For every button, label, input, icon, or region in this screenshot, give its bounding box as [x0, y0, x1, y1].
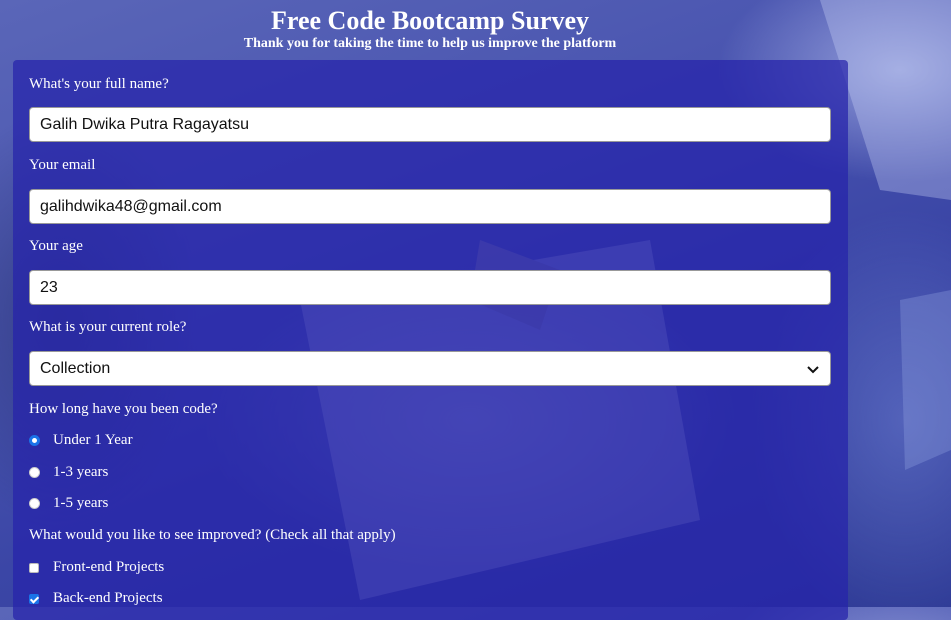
radio-button[interactable]: [29, 498, 40, 509]
survey-form: What's your full name? Galih Dwika Putra…: [13, 60, 848, 620]
name-label: What's your full name?: [29, 76, 169, 92]
improve-label: What would you like to see improved? (Ch…: [29, 527, 396, 543]
age-field-value: 23: [40, 279, 58, 296]
chevron-down-icon: [807, 365, 819, 373]
role-dropdown[interactable]: Collection: [29, 351, 831, 386]
experience-label: How long have you been code?: [29, 401, 218, 417]
checkbox[interactable]: [29, 562, 39, 573]
email-field[interactable]: galihdwika48@gmail.com: [29, 189, 831, 224]
radio-button[interactable]: [29, 435, 40, 446]
experience-option[interactable]: Under 1 Year: [29, 432, 133, 449]
improve-option[interactable]: Back-end Projects: [29, 590, 163, 607]
page-header: Free Code Bootcamp Survey Thank you for …: [0, 6, 860, 52]
role-dropdown-value: Collection: [40, 360, 111, 377]
radio-button[interactable]: [29, 467, 40, 478]
improve-option[interactable]: Front-end Projects: [29, 559, 164, 576]
email-label: Your email: [29, 157, 96, 173]
age-label: Your age: [29, 238, 83, 254]
checkbox[interactable]: [29, 593, 39, 604]
role-label: What is your current role?: [29, 319, 187, 335]
experience-option-label: Under 1 Year: [53, 432, 133, 448]
experience-option-label: 1-3 years: [53, 464, 109, 480]
improve-option-label: Back-end Projects: [53, 590, 163, 606]
email-field-value: galihdwika48@gmail.com: [40, 198, 222, 215]
age-field[interactable]: 23: [29, 270, 831, 305]
experience-option[interactable]: 1-3 years: [29, 464, 108, 481]
experience-option-label: 1-5 years: [53, 495, 109, 511]
page-subtitle: Thank you for taking the time to help us…: [243, 36, 617, 51]
experience-option[interactable]: 1-5 years: [29, 495, 108, 512]
name-field[interactable]: Galih Dwika Putra Ragayatsu: [29, 107, 831, 142]
name-field-value: Galih Dwika Putra Ragayatsu: [40, 116, 249, 133]
page-title: Free Code Bootcamp Survey: [271, 6, 589, 35]
improve-option-label: Front-end Projects: [53, 559, 165, 575]
